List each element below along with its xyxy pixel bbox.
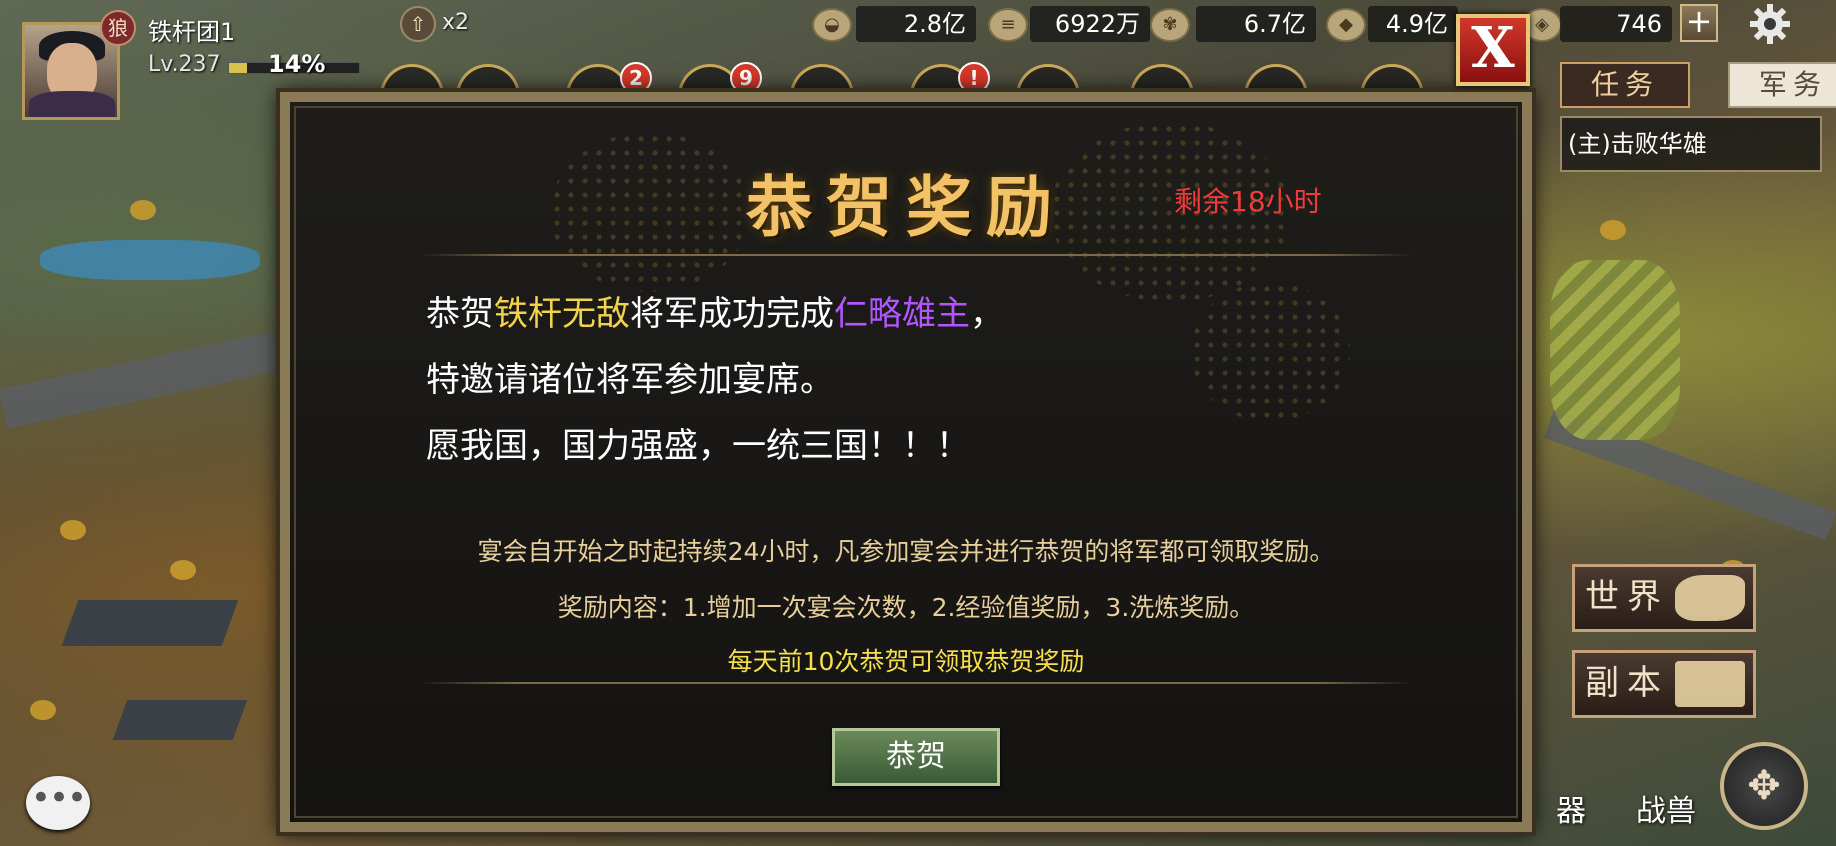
tree bbox=[60, 520, 86, 540]
river bbox=[40, 240, 260, 280]
gold-ingot-icon: ◒ bbox=[812, 8, 852, 42]
congratulation-reward-dialog: 恭贺奖励 剩余18小时 恭贺铁杆无敌将军成功完成仁略雄主， 特邀请诸位将军参加宴… bbox=[276, 88, 1536, 836]
line1-prefix: 恭贺 bbox=[426, 294, 494, 334]
congratulate-button[interactable]: 恭贺 bbox=[832, 728, 1000, 786]
war-beast-label[interactable]: 战兽 bbox=[1636, 786, 1696, 830]
scroll-icon bbox=[1675, 661, 1745, 707]
dungeon-button[interactable]: 副本 bbox=[1572, 650, 1756, 718]
grain-value: 6.7亿 bbox=[1196, 6, 1316, 42]
tab-military[interactable]: 军务 bbox=[1728, 62, 1836, 108]
chat-bubble-icon[interactable]: ••• bbox=[26, 776, 90, 830]
tab-tasks[interactable]: 任务 bbox=[1560, 62, 1690, 108]
ore-value: 4.9亿 bbox=[1368, 6, 1458, 42]
mail-badge: 2 bbox=[620, 62, 652, 94]
recharge-plus-button[interactable]: + bbox=[1680, 4, 1718, 42]
avatar-clothing bbox=[29, 91, 115, 117]
line1-mid: 将军成功完成 bbox=[630, 294, 834, 334]
message-line-3: 愿我国，国力强盛，一统三国！！！ bbox=[426, 426, 970, 466]
player-name: 铁杆团1 bbox=[148, 18, 236, 46]
compass-icon[interactable]: ✥ bbox=[1720, 742, 1808, 830]
line1-suffix: ， bbox=[970, 294, 1004, 334]
info-line-2: 奖励内容：1.增加一次宴会次数，2.经验值奖励，3.洗炼奖励。 bbox=[557, 593, 1255, 622]
world-button[interactable]: 世界 bbox=[1572, 564, 1756, 632]
top-bar: 狼 铁杆团1 Lv.237 14% ⇧ x2 ◒ 2.8亿 ≡ 6922万 ✾ … bbox=[0, 0, 1836, 120]
message-line-1: 恭贺铁杆无敌将军成功完成仁略雄主， bbox=[426, 286, 1004, 335]
firework-decoration bbox=[1190, 282, 1350, 422]
message-line-2: 特邀请诸位将军参加宴席。 bbox=[426, 360, 834, 400]
dungeon-button-label: 副本 bbox=[1585, 663, 1669, 703]
title-divider bbox=[418, 254, 1414, 256]
chat-badge: 9 bbox=[730, 62, 762, 94]
tree bbox=[130, 200, 156, 220]
exp-bar-fill bbox=[229, 63, 248, 73]
wood-icon: ≡ bbox=[988, 8, 1028, 42]
building-roof bbox=[112, 700, 248, 740]
settings-gear-icon[interactable] bbox=[1748, 2, 1792, 46]
player-level: Lv.237 bbox=[148, 52, 221, 77]
remaining-time: 剩余18小时 bbox=[1174, 185, 1322, 218]
main-quest[interactable]: (主)击败华雄 bbox=[1560, 116, 1822, 172]
exp-percent: 14% bbox=[268, 50, 326, 78]
farm-field bbox=[1550, 260, 1680, 440]
wood-value: 6922万 bbox=[1030, 6, 1150, 42]
info-line-3: 每天前10次恭贺可领取恭贺奖励 bbox=[727, 647, 1085, 676]
tree bbox=[170, 560, 196, 580]
upgrade-multiplier: x2 bbox=[442, 10, 470, 35]
close-icon[interactable]: X bbox=[1456, 14, 1530, 86]
alert-badge: ! bbox=[958, 62, 990, 94]
faction-badge-icon: 狼 bbox=[100, 10, 136, 46]
city-wall bbox=[0, 331, 282, 429]
tree bbox=[30, 700, 56, 720]
player-name-highlight: 铁杆无敌 bbox=[494, 294, 630, 334]
tree bbox=[1600, 220, 1626, 240]
world-button-label: 世界 bbox=[1585, 577, 1669, 617]
yuanbao-value: 746 bbox=[1560, 6, 1672, 42]
building-roof bbox=[61, 600, 239, 646]
bottom-divider bbox=[418, 682, 1414, 684]
equipment-label[interactable]: 器 bbox=[1556, 786, 1586, 830]
info-line-1: 宴会自开始之时起持续24小时，凡参加宴会并进行恭贺的将军都可领取奖励。 bbox=[477, 537, 1335, 566]
upgrade-arrow-icon[interactable]: ⇧ bbox=[400, 6, 436, 42]
ore-icon: ◆ bbox=[1326, 8, 1366, 42]
achievement-name: 仁略雄主 bbox=[834, 294, 970, 334]
grain-icon: ✾ bbox=[1150, 8, 1190, 42]
world-map-icon bbox=[1675, 575, 1745, 621]
gold-value: 2.8亿 bbox=[856, 6, 976, 42]
dialog-title: 恭贺奖励 bbox=[746, 168, 1066, 246]
